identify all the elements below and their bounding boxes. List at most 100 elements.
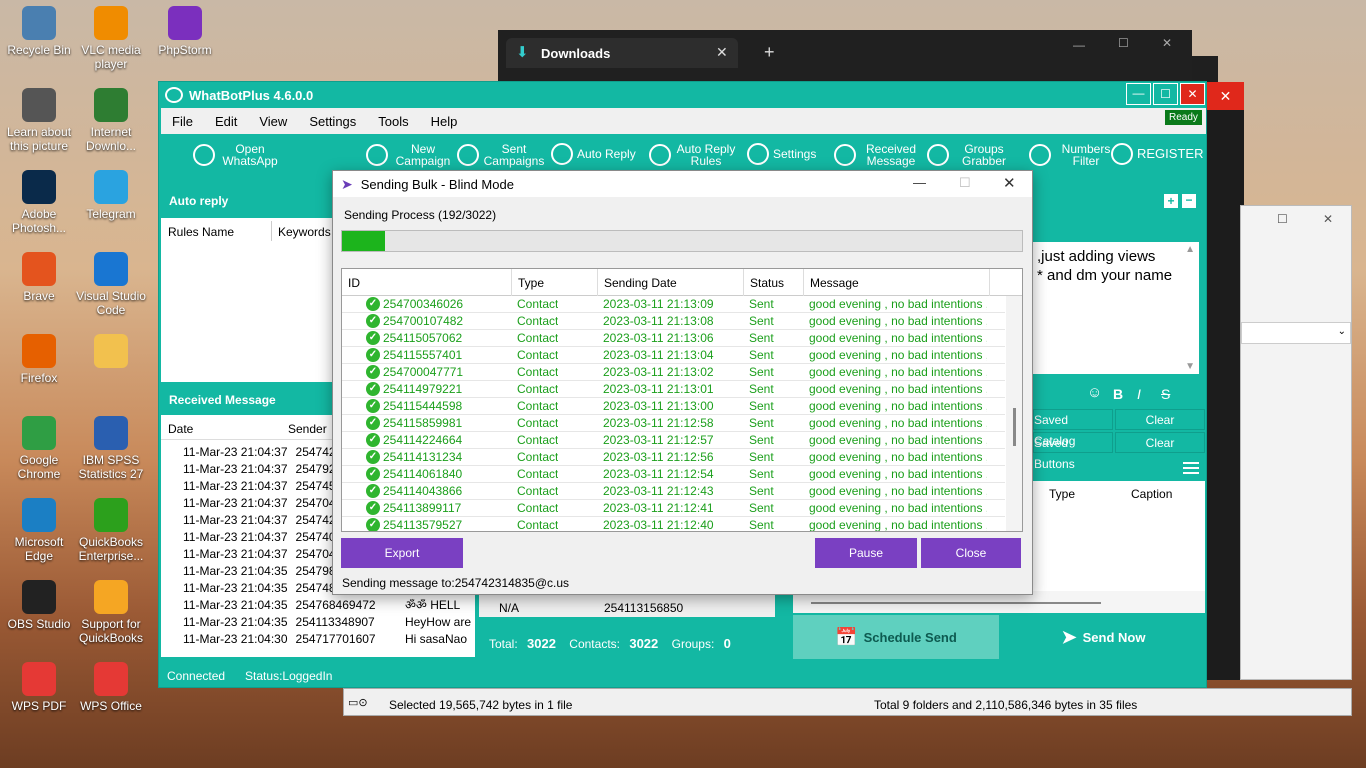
send-now-button[interactable]: ➤ Send Now (1002, 615, 1205, 659)
toolbar-button[interactable]: Received Message (834, 143, 922, 167)
saved-catalog-button[interactable]: Saved Catalog (1033, 409, 1113, 448)
close-button[interactable]: ✕ (1180, 83, 1205, 105)
toolbar-button[interactable]: Numbers Filter (1029, 143, 1117, 167)
toolbar-button[interactable]: Groups Grabber (927, 143, 1015, 167)
desktop-shortcut[interactable]: Visual Studio Code (72, 252, 150, 317)
table-row[interactable]: ✓ 254114061840 Contact 2023-03-11 21:12:54 S… (342, 466, 1005, 483)
minimize-icon[interactable]: — (913, 175, 926, 190)
export-button[interactable]: Export (341, 538, 463, 568)
desktop-shortcut[interactable]: Firefox (0, 334, 78, 385)
col-status[interactable]: Status (744, 269, 804, 296)
message-editor[interactable]: ,just adding views * and dm your name ▲ … (1033, 242, 1199, 374)
table-row[interactable]: 11-Mar-23 21:04:35 254113348907 HeyHow are (179, 613, 475, 630)
toolbar-button[interactable]: Sent Campaigns (457, 143, 545, 167)
col-caption[interactable]: Caption (1131, 487, 1172, 501)
col-date[interactable]: Date (168, 422, 193, 436)
menu-item[interactable]: File (161, 114, 204, 129)
table-row[interactable]: ✓ 254114043866 Contact 2023-03-11 21:12:43 S… (342, 483, 1005, 500)
horizontal-scrollbar[interactable] (811, 602, 1101, 604)
desktop-shortcut[interactable]: Adobe Photosh... (0, 170, 78, 235)
close-button[interactable]: Close (921, 538, 1021, 568)
desktop-shortcut[interactable]: Microsoft Edge (0, 498, 78, 563)
desktop-shortcut[interactable]: Brave (0, 252, 78, 303)
desktop-shortcut[interactable] (72, 334, 150, 371)
menu-item[interactable]: Edit (204, 114, 248, 129)
toolbar-button[interactable]: New Campaign (366, 143, 454, 167)
table-row[interactable]: ✓ 254114224664 Contact 2023-03-11 21:12:57 S… (342, 432, 1005, 449)
desktop-shortcut[interactable]: QuickBooks Enterprise... (72, 498, 150, 563)
col-id[interactable]: ID (342, 269, 512, 296)
desktop-shortcut[interactable]: Learn about this picture (0, 88, 78, 153)
italic-button[interactable]: I (1137, 386, 1141, 402)
scroll-up-icon[interactable]: ▲ (1185, 244, 1195, 255)
menu-item[interactable]: Tools (367, 114, 419, 129)
col-message[interactable]: Message (804, 269, 990, 296)
col-keywords[interactable]: Keywords (278, 225, 331, 239)
desktop-shortcut[interactable]: IBM SPSS Statistics 27 (72, 416, 150, 481)
remove-rule-icon[interactable]: − (1182, 194, 1196, 208)
menu-item[interactable]: Settings (298, 114, 367, 129)
scrollbar-thumb[interactable] (1013, 408, 1016, 446)
clear-catalog-button[interactable]: Clear (1115, 409, 1205, 430)
maximize-button[interactable]: ☐ (1153, 83, 1178, 105)
desktop-shortcut[interactable]: WPS Office (72, 662, 150, 713)
col-type[interactable]: Type (512, 269, 598, 296)
table-row[interactable]: ✓ 254113899117 Contact 2023-03-11 21:12:41 S… (342, 500, 1005, 517)
scroll-down-icon[interactable]: ▼ (1185, 361, 1195, 372)
col-type[interactable]: Type (1049, 487, 1075, 501)
dropdown[interactable]: ⌄ (1241, 322, 1351, 344)
table-row[interactable]: 11-Mar-23 21:04:30 254717701607 Hi sasaNao (179, 630, 475, 647)
menu-item[interactable]: Help (420, 114, 469, 129)
table-row[interactable]: ✓ 254700346026 Contact 2023-03-11 21:13:09 S… (342, 296, 1005, 313)
vertical-scrollbar[interactable] (1006, 296, 1022, 531)
cell-id: 254115557401 (383, 348, 463, 362)
clear-buttons-button[interactable]: Clear (1115, 432, 1205, 453)
table-row[interactable]: ✓ 254114131234 Contact 2023-03-11 21:12:56 S… (342, 449, 1005, 466)
desktop-shortcut[interactable]: Google Chrome (0, 416, 78, 481)
toolbar-button[interactable]: Open WhatsApp (193, 143, 281, 167)
table-row[interactable]: ✓ 254115444598 Contact 2023-03-11 21:13:00 S… (342, 398, 1005, 415)
schedule-send-button[interactable]: 📅 Schedule Send (793, 615, 999, 659)
downloads-tab[interactable]: ⬇ Downloads ✕ (506, 38, 738, 68)
pause-button[interactable]: Pause (815, 538, 917, 568)
hamburger-menu-icon[interactable] (1183, 462, 1199, 474)
close-icon[interactable]: ✕ (1003, 174, 1016, 192)
desktop-shortcut[interactable]: Recycle Bin (0, 6, 78, 57)
saved-buttons-button[interactable]: Saved Buttons (1033, 432, 1113, 471)
desktop-shortcut[interactable]: PhpStorm (146, 6, 224, 57)
toolbar-button[interactable]: Settings (747, 143, 816, 165)
desktop-shortcut[interactable]: Telegram (72, 170, 150, 221)
table-row[interactable]: 11-Mar-23 21:04:35 254768469472 ॐॐ HELL (179, 596, 475, 613)
strikethrough-button[interactable]: S (1161, 386, 1170, 402)
maximize-icon[interactable]: ☐ (1277, 212, 1288, 226)
desktop-shortcut[interactable]: Support for QuickBooks (72, 580, 150, 645)
table-row[interactable]: ✓ 254115057062 Contact 2023-03-11 21:13:06 S… (342, 330, 1005, 347)
desktop-shortcut[interactable]: VLC media player (72, 6, 150, 71)
table-row[interactable]: ✓ 254700047771 Contact 2023-03-11 21:13:02 S… (342, 364, 1005, 381)
desktop-shortcut[interactable]: WPS PDF (0, 662, 78, 713)
close-icon[interactable]: ✕ (1323, 212, 1333, 226)
toolbar-button[interactable]: REGISTER (1111, 143, 1203, 165)
toolbar-button[interactable]: Auto Reply (551, 143, 636, 165)
menu-item[interactable]: View (248, 114, 298, 129)
toolbar-button[interactable]: Auto Reply Rules (649, 143, 737, 167)
desktop-shortcut[interactable]: OBS Studio (0, 580, 78, 631)
table-row[interactable]: ✓ 254115859981 Contact 2023-03-11 21:12:58 S… (342, 415, 1005, 432)
table-row[interactable]: ✓ 254114979221 Contact 2023-03-11 21:13:01 S… (342, 381, 1005, 398)
desktop-shortcut[interactable]: Internet Downlo... (72, 88, 150, 153)
table-row[interactable]: ✓ 254115557401 Contact 2023-03-11 21:13:04 S… (342, 347, 1005, 364)
col-sender[interactable]: Sender (288, 422, 327, 436)
bold-button[interactable]: B (1113, 386, 1123, 402)
minimize-button[interactable]: — (1126, 83, 1151, 105)
close-tab-icon[interactable]: ✕ (716, 44, 728, 61)
close-icon[interactable]: ✕ (1162, 36, 1172, 50)
col-rules-name[interactable]: Rules Name (168, 225, 234, 239)
col-sending-date[interactable]: Sending Date (598, 269, 744, 296)
minimize-icon[interactable]: — (1073, 38, 1085, 52)
emoji-icon[interactable]: ☺ (1087, 384, 1102, 401)
table-row[interactable]: ✓ 254113579527 Contact 2023-03-11 21:12:40 S… (342, 517, 1005, 531)
new-tab-button[interactable]: + (764, 42, 775, 63)
add-rule-icon[interactable]: + (1164, 194, 1178, 208)
maximize-icon[interactable]: ☐ (1118, 36, 1129, 50)
table-row[interactable]: ✓ 254700107482 Contact 2023-03-11 21:13:08 S… (342, 313, 1005, 330)
